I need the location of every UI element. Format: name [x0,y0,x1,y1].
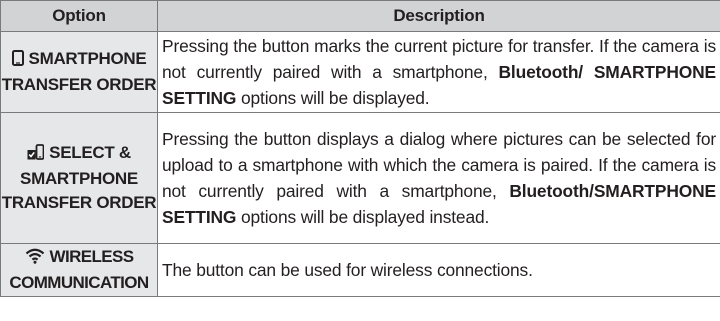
option-label-line3: TRANSFER ORDER [1,193,157,212]
option-label-line2: COMMUNICATION [9,273,149,292]
header-description: Description [157,0,720,32]
option-cell: WIRELESS COMMUNICATION [0,243,158,297]
description-text-end: options will be displayed. [236,88,430,108]
table-row-select-smartphone-transfer-order: SELECT & SMARTPHONE TRANSFER ORDER Press… [0,112,720,244]
header-option: Option [0,0,158,32]
select-transfer-icon [27,143,45,167]
option-label-line1: SMARTPHONE [28,49,147,68]
description-cell: The button can be used for wireless conn… [157,243,720,297]
wifi-icon [25,247,45,271]
description-cell: Pressing the button marks the current pi… [157,31,720,113]
table-row-wireless-communication: WIRELESS COMMUNICATION The button can be… [0,243,720,297]
option-cell: SMARTPHONE TRANSFER ORDER [0,31,158,113]
table-row-smartphone-transfer-order: SMARTPHONE TRANSFER ORDER Pressing the b… [0,31,720,113]
description-text: The button can be used for wireless conn… [162,260,533,280]
options-table: Option Description SMARTPHONE TRANSFER O… [0,0,720,297]
option-label-line2: TRANSFER ORDER [1,75,157,94]
option-cell: SELECT & SMARTPHONE TRANSFER ORDER [0,112,158,244]
phone-outline-icon [11,49,24,73]
header-row: Option Description [0,0,720,32]
description-cell: Pressing the button displays a dialog wh… [157,112,720,244]
option-label-line1: WIRELESS [49,247,135,266]
option-label-line1: SELECT & [49,143,131,162]
option-label-line2: SMARTPHONE [20,169,138,188]
description-text-end: options will be displayed instead. [236,207,490,227]
